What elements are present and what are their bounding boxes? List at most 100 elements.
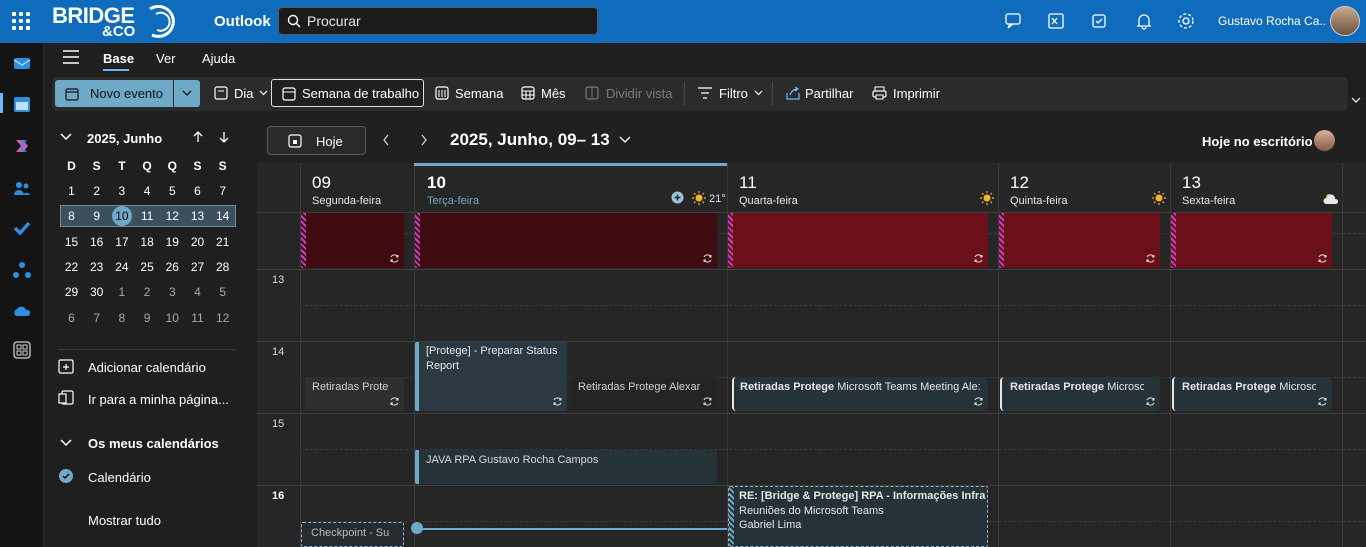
chat-icon[interactable] xyxy=(1004,11,1024,31)
calendar-event[interactable]: Retiradas Protege Microsof xyxy=(1172,377,1332,411)
chevron-down-icon[interactable] xyxy=(754,90,763,96)
calendar-event[interactable] xyxy=(728,213,988,268)
mini-calendar-day[interactable]: 1 xyxy=(59,181,84,202)
gear-icon[interactable] xyxy=(1176,11,1196,31)
calendar-event[interactable]: RE: [Bridge & Protege] RPA - Informações… xyxy=(728,486,988,547)
mini-calendar-day[interactable]: 6 xyxy=(59,308,84,329)
tab-ajuda[interactable]: Ajuda xyxy=(202,51,235,66)
mini-calendar-day[interactable]: 12 xyxy=(160,206,185,227)
work-week-button[interactable]: Semana de trabalho xyxy=(271,79,424,107)
tab-base[interactable]: Base xyxy=(103,51,134,66)
avatar[interactable] xyxy=(1330,6,1360,36)
mini-calendar-day[interactable]: 7 xyxy=(210,181,235,202)
mini-calendar-day[interactable]: 2 xyxy=(135,282,160,303)
mini-calendar-day[interactable]: 10 xyxy=(109,206,134,227)
location-add-icon[interactable] xyxy=(671,191,684,204)
mini-calendar-day[interactable]: 15 xyxy=(59,232,84,253)
show-all-link[interactable]: Mostrar tudo xyxy=(88,513,161,528)
day-number[interactable]: 13 xyxy=(1182,173,1201,193)
calendar-event[interactable]: Retiradas Protege Alexar xyxy=(571,377,717,411)
chevron-down-icon[interactable] xyxy=(619,136,631,144)
mini-calendar-day[interactable]: 12 xyxy=(210,308,235,329)
mini-calendar-day[interactable]: 2 xyxy=(84,181,109,202)
mini-calendar-day[interactable]: 22 xyxy=(59,257,84,278)
mini-calendar-title[interactable]: 2025, Junho xyxy=(87,131,162,146)
mini-calendar-day[interactable]: 3 xyxy=(109,181,134,202)
calendar-event[interactable] xyxy=(415,213,717,268)
my-page-link[interactable]: Ir para a minha página... xyxy=(88,392,229,407)
calendar-item[interactable]: Calendário xyxy=(88,470,151,485)
mini-calendar-day[interactable]: 27 xyxy=(185,257,210,278)
mini-calendar-day[interactable]: 8 xyxy=(59,206,84,227)
mini-calendar-day[interactable]: 24 xyxy=(109,257,134,278)
filter-button[interactable]: Filtro xyxy=(719,86,748,101)
calendar-event[interactable]: Checkpoint - Su xyxy=(301,522,404,547)
day-number[interactable]: 09 xyxy=(312,173,331,193)
mini-calendar-day[interactable]: 13 xyxy=(185,206,210,227)
my-calendars-header[interactable]: Os meus calendários xyxy=(88,436,219,451)
day-number[interactable]: 12 xyxy=(1010,173,1029,193)
day-view-button[interactable]: Dia xyxy=(234,86,254,101)
share-button[interactable]: Partilhar xyxy=(805,86,853,101)
mini-calendar-day[interactable]: 26 xyxy=(160,257,185,278)
user-name[interactable]: Gustavo Rocha Ca... xyxy=(1218,14,1326,28)
mini-calendar-day[interactable]: 3 xyxy=(160,282,185,303)
mini-calendar-day[interactable]: 9 xyxy=(135,308,160,329)
date-range-title[interactable]: 2025, Junho, 09– 13 xyxy=(450,130,610,150)
mini-calendar-day[interactable]: 1 xyxy=(109,282,134,303)
calendar-event[interactable]: Retiradas Prote xyxy=(305,377,404,411)
mini-calendar-day[interactable]: 7 xyxy=(84,308,109,329)
hamburger-icon[interactable] xyxy=(63,50,79,64)
search-box[interactable] xyxy=(278,7,598,35)
more-apps-icon[interactable] xyxy=(12,340,32,360)
month-view-button[interactable]: Mês xyxy=(541,86,566,101)
mini-calendar-day[interactable]: 10 xyxy=(160,308,185,329)
calendar-event[interactable] xyxy=(301,213,404,268)
ribbon-expand-icon[interactable] xyxy=(1351,97,1361,104)
avatar[interactable] xyxy=(1314,130,1335,151)
mini-calendar-day[interactable]: 4 xyxy=(135,181,160,202)
brand-logo[interactable]: BRIDGE &CO xyxy=(52,3,182,41)
chevron-down-icon[interactable] xyxy=(60,133,72,141)
mini-calendar-day[interactable]: 19 xyxy=(160,232,185,253)
onedrive-icon[interactable] xyxy=(12,301,32,321)
mini-calendar-day[interactable]: 23 xyxy=(84,257,109,278)
mini-calendar-day[interactable]: 4 xyxy=(185,282,210,303)
app-launcher-icon[interactable] xyxy=(12,12,30,30)
mini-calendar-day[interactable]: 8 xyxy=(109,308,134,329)
week-view-button[interactable]: Semana xyxy=(455,86,503,101)
mini-calendar-day[interactable]: 21 xyxy=(210,232,235,253)
task-edit-icon[interactable] xyxy=(1090,11,1110,31)
search-input[interactable] xyxy=(307,12,587,30)
mini-calendar-day[interactable]: 14 xyxy=(210,206,235,227)
mini-calendar-day[interactable]: 30 xyxy=(84,282,109,303)
day-number[interactable]: 11 xyxy=(739,173,757,193)
people-icon[interactable] xyxy=(12,178,32,198)
mini-calendar-day[interactable]: 25 xyxy=(135,257,160,278)
mini-calendar-day[interactable]: 28 xyxy=(210,257,235,278)
mini-calendar-day[interactable]: 17 xyxy=(109,232,134,253)
todo-icon[interactable] xyxy=(12,218,32,238)
arrow-up-icon[interactable] xyxy=(192,131,204,143)
mini-calendar-day[interactable]: 5 xyxy=(160,181,185,202)
mini-calendar-day[interactable]: 29 xyxy=(59,282,84,303)
tab-ver[interactable]: Ver xyxy=(156,51,176,66)
mail-icon[interactable] xyxy=(12,53,32,73)
office-today-label[interactable]: Hoje no escritório xyxy=(1202,134,1313,149)
calendar-event[interactable]: Retiradas Protege Microsoft Teams Meetin… xyxy=(732,377,988,411)
checkmark-circle-icon[interactable] xyxy=(59,469,73,483)
new-event-dropdown[interactable] xyxy=(174,80,200,107)
mini-calendar-day[interactable]: 5 xyxy=(210,282,235,303)
mini-calendar-day[interactable]: 18 xyxy=(135,232,160,253)
mini-calendar-day[interactable]: 9 xyxy=(84,206,109,227)
calendar-event[interactable]: JAVA RPA Gustavo Rocha Campos xyxy=(415,450,717,484)
mini-calendar-day[interactable]: 6 xyxy=(185,181,210,202)
chevron-right-icon[interactable] xyxy=(420,134,428,146)
today-button[interactable]: Hoje xyxy=(267,126,366,155)
calendar-event[interactable] xyxy=(999,213,1160,268)
app-name[interactable]: Outlook xyxy=(214,13,271,30)
calendar-event[interactable]: [Protege] - Preparar Status Report xyxy=(415,342,567,411)
excel-icon[interactable] xyxy=(1046,11,1066,31)
calendar-event[interactable]: Retiradas Protege Microsof xyxy=(1000,377,1160,411)
mini-calendar-day[interactable]: 16 xyxy=(84,232,109,253)
